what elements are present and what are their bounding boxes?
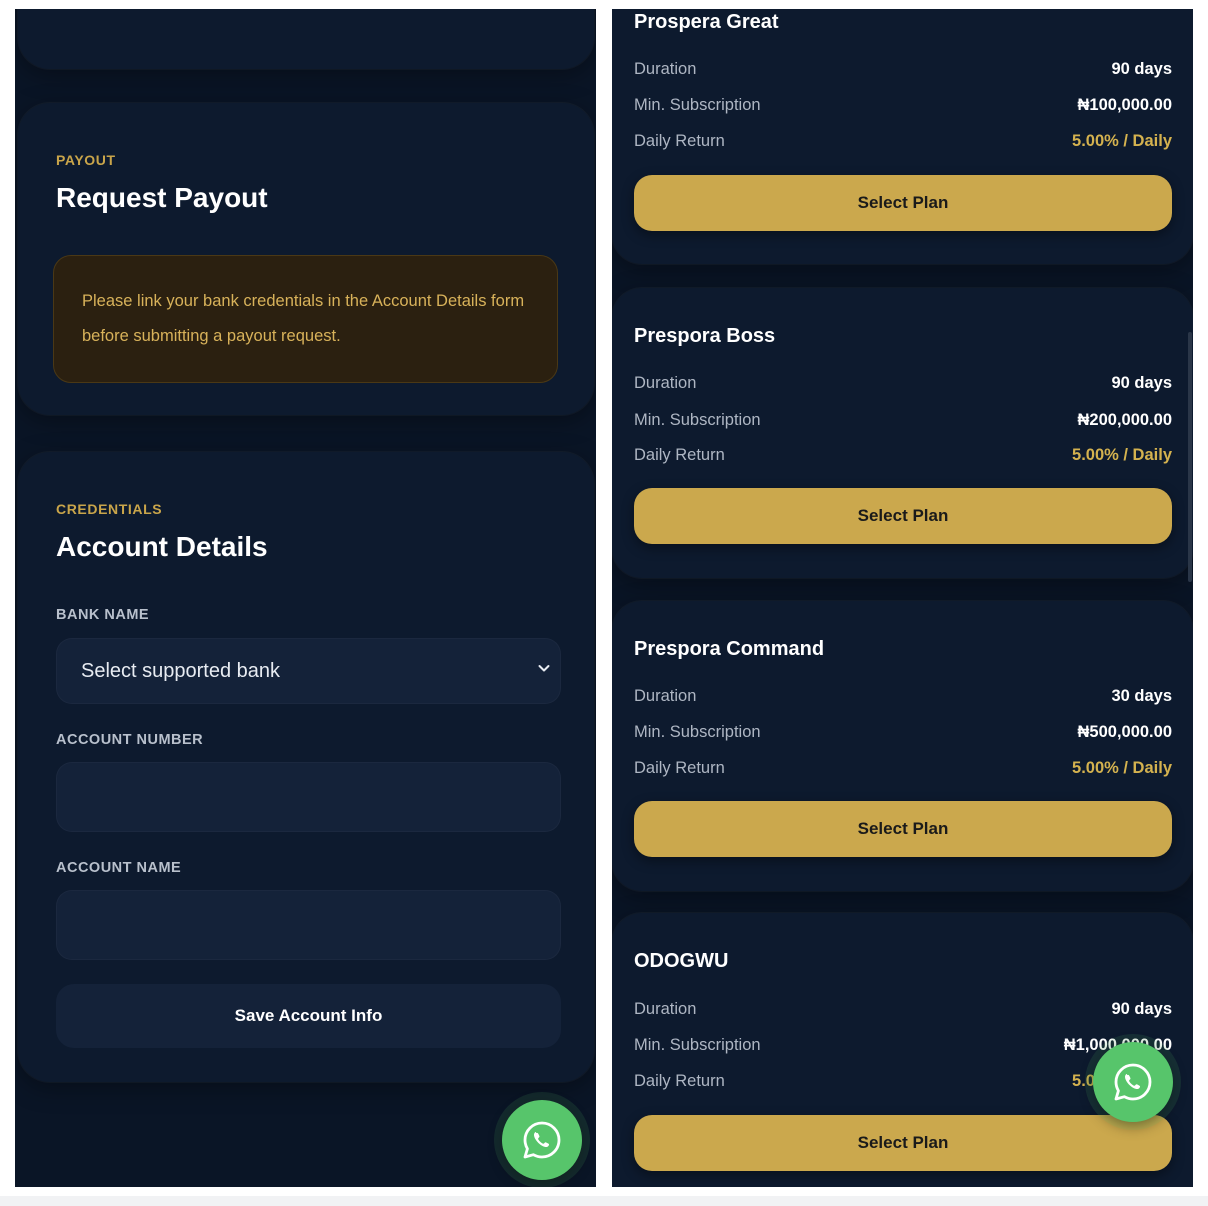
daily-return-value: 5.00% / Daily <box>1072 759 1172 777</box>
plan-name: Prespora Command <box>634 638 825 660</box>
daily-return-value: 5.00% / Daily <box>1072 446 1172 464</box>
payout-notice: Please link your bank credentials in the… <box>53 255 558 383</box>
plan-card: Prespora Command Duration 30 days Min. S… <box>612 601 1193 891</box>
payout-eyebrow: PAYOUT <box>56 152 116 168</box>
payout-card: PAYOUT Request Payout Please link your b… <box>18 103 594 415</box>
min-subscription-label: Min. Subscription <box>634 96 761 114</box>
chevron-down-icon <box>538 665 550 672</box>
account-name-input[interactable] <box>56 890 561 960</box>
select-plan-button[interactable]: Select Plan <box>634 175 1172 231</box>
plan-name: ODOGWU <box>634 950 729 972</box>
min-subscription-value: ₦200,000.00 <box>1077 411 1173 429</box>
bank-name-label: BANK NAME <box>56 607 150 623</box>
select-plan-button[interactable]: Select Plan <box>634 488 1172 544</box>
min-subscription-value: ₦500,000.00 <box>1077 723 1173 741</box>
plan-card: Prospera Great Duration 90 days Min. Sub… <box>612 9 1193 264</box>
account-number-input[interactable] <box>56 762 561 832</box>
plan-card: Prespora Boss Duration 90 days Min. Subs… <box>612 288 1193 578</box>
min-subscription-label: Min. Subscription <box>634 411 761 429</box>
previous-card <box>18 9 594 69</box>
min-subscription-label: Min. Subscription <box>634 1036 761 1054</box>
plan-name: Prespora Boss <box>634 325 776 347</box>
account-name-label: ACCOUNT NAME <box>56 860 182 876</box>
daily-return-label: Daily Return <box>634 759 725 777</box>
duration-value: 90 days <box>1111 60 1172 78</box>
select-plan-button[interactable]: Select Plan <box>634 1115 1172 1171</box>
duration-label: Duration <box>634 60 697 78</box>
whatsapp-icon <box>523 1121 561 1159</box>
min-subscription-value: ₦100,000.00 <box>1077 96 1173 114</box>
account-details-title: Account Details <box>56 531 268 562</box>
bank-select[interactable]: Select supported bank <box>56 638 561 704</box>
daily-return-label: Daily Return <box>634 1072 725 1090</box>
duration-label: Duration <box>634 687 697 705</box>
duration-value: 90 days <box>1111 374 1172 392</box>
duration-value: 90 days <box>1111 1000 1172 1018</box>
plan-name: Prospera Great <box>634 11 779 33</box>
whatsapp-icon <box>1114 1063 1152 1101</box>
whatsapp-button[interactable] <box>502 1100 582 1180</box>
daily-return-label: Daily Return <box>634 132 725 150</box>
plan-card: ODOGWU Duration 90 days Min. Subscriptio… <box>612 913 1193 1187</box>
select-plan-button[interactable]: Select Plan <box>634 801 1172 857</box>
whatsapp-button[interactable] <box>1093 1042 1173 1122</box>
duration-value: 30 days <box>1111 687 1172 705</box>
account-number-label: ACCOUNT NUMBER <box>56 732 204 748</box>
daily-return-label: Daily Return <box>634 446 725 464</box>
account-details-card: CREDENTIALS Account Details BANK NAME Se… <box>18 452 594 1082</box>
save-account-info-button[interactable]: Save Account Info <box>56 984 561 1048</box>
bank-select-value: Select supported bank <box>81 660 281 682</box>
payout-title: Request Payout <box>56 182 268 213</box>
daily-return-value: 5.00% / Daily <box>1072 132 1172 150</box>
credentials-eyebrow: CREDENTIALS <box>56 501 163 517</box>
min-subscription-label: Min. Subscription <box>634 723 761 741</box>
scrollbar[interactable] <box>1188 332 1192 582</box>
bottom-strip <box>0 1196 1208 1206</box>
duration-label: Duration <box>634 374 697 392</box>
investment-plans-screen: Prospera Great Duration 90 days Min. Sub… <box>612 9 1193 1187</box>
payout-screen: PAYOUT Request Payout Please link your b… <box>15 9 596 1187</box>
duration-label: Duration <box>634 1000 697 1018</box>
